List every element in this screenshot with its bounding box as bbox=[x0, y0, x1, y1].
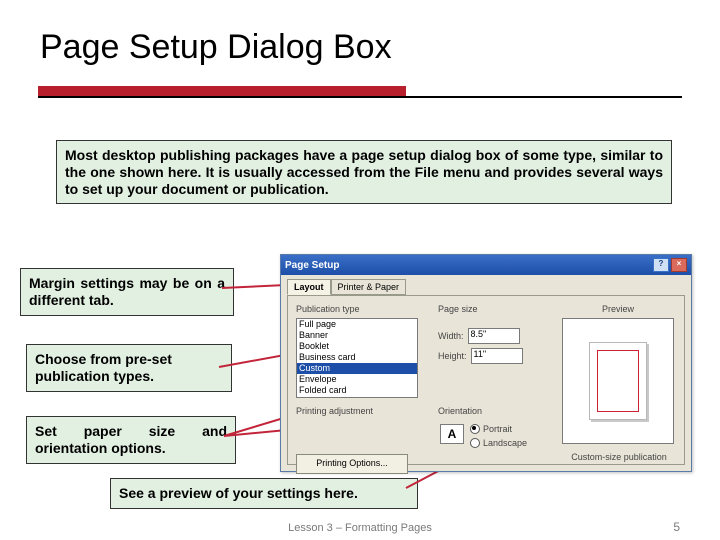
label-preview: Preview bbox=[602, 304, 634, 314]
tab-layout[interactable]: Layout bbox=[287, 279, 331, 295]
callout-pubtypes: Choose from pre-set publication types. bbox=[26, 344, 232, 392]
list-item[interactable]: Booklet bbox=[297, 341, 417, 352]
label-page-size: Page size bbox=[438, 304, 478, 314]
intro-callout: Most desktop publishing packages have a … bbox=[56, 140, 672, 204]
width-input[interactable]: 8.5" bbox=[468, 328, 520, 344]
label-publication-type: Publication type bbox=[296, 304, 360, 314]
title-underline-red bbox=[38, 86, 406, 96]
slide-title: Page Setup Dialog Box bbox=[40, 28, 392, 67]
preview-pane bbox=[562, 318, 674, 444]
list-item-selected[interactable]: Custom bbox=[297, 363, 417, 374]
help-icon[interactable]: ? bbox=[653, 258, 669, 272]
list-item[interactable]: Business card bbox=[297, 352, 417, 363]
list-item[interactable]: Index card bbox=[297, 396, 417, 398]
list-item[interactable]: Envelope bbox=[297, 374, 417, 385]
list-item[interactable]: Folded card bbox=[297, 385, 417, 396]
callout-margins: Margin settings may be on a different ta… bbox=[20, 268, 234, 316]
radio-landscape-label: Landscape bbox=[483, 438, 527, 448]
dialog-panel: Publication type Page size Preview Print… bbox=[287, 295, 685, 465]
dialog-body: Layout Printer & Paper Publication type … bbox=[281, 275, 691, 471]
label-orientation: Orientation bbox=[438, 406, 482, 416]
dialog-tabs: Layout Printer & Paper bbox=[287, 279, 406, 295]
callout-preview: See a preview of your settings here. bbox=[110, 478, 418, 509]
preview-caption: Custom-size publication bbox=[564, 452, 674, 462]
page-setup-dialog: Page Setup ? × Layout Printer & Paper Pu… bbox=[280, 254, 692, 472]
publication-type-list[interactable]: Full page Banner Booklet Business card C… bbox=[296, 318, 418, 398]
slide-footer: Lesson 3 – Formatting Pages bbox=[0, 522, 720, 534]
orientation-icon: A bbox=[440, 424, 464, 444]
label-printing-adjustment: Printing adjustment bbox=[296, 406, 373, 416]
dialog-title-text: Page Setup bbox=[285, 260, 339, 271]
close-icon[interactable]: × bbox=[671, 258, 687, 272]
radio-landscape[interactable]: Landscape bbox=[470, 438, 527, 448]
preview-sheet bbox=[589, 342, 647, 420]
callout-paper: Set paper size and orientation options. bbox=[26, 416, 236, 464]
label-height: Height: bbox=[438, 351, 467, 361]
title-underline-black bbox=[38, 96, 682, 98]
dialog-titlebar[interactable]: Page Setup ? × bbox=[281, 255, 691, 275]
printing-options-button[interactable]: Printing Options... bbox=[296, 454, 408, 474]
list-item[interactable]: Full page bbox=[297, 319, 417, 330]
height-input[interactable]: 11" bbox=[471, 348, 523, 364]
tab-printer-paper[interactable]: Printer & Paper bbox=[331, 279, 407, 295]
radio-portrait-label: Portrait bbox=[483, 424, 512, 434]
slide: Page Setup Dialog Box Most desktop publi… bbox=[0, 0, 720, 540]
page-number: 5 bbox=[673, 520, 680, 534]
radio-portrait[interactable]: Portrait bbox=[470, 424, 512, 434]
list-item[interactable]: Banner bbox=[297, 330, 417, 341]
label-width: Width: bbox=[438, 331, 464, 341]
